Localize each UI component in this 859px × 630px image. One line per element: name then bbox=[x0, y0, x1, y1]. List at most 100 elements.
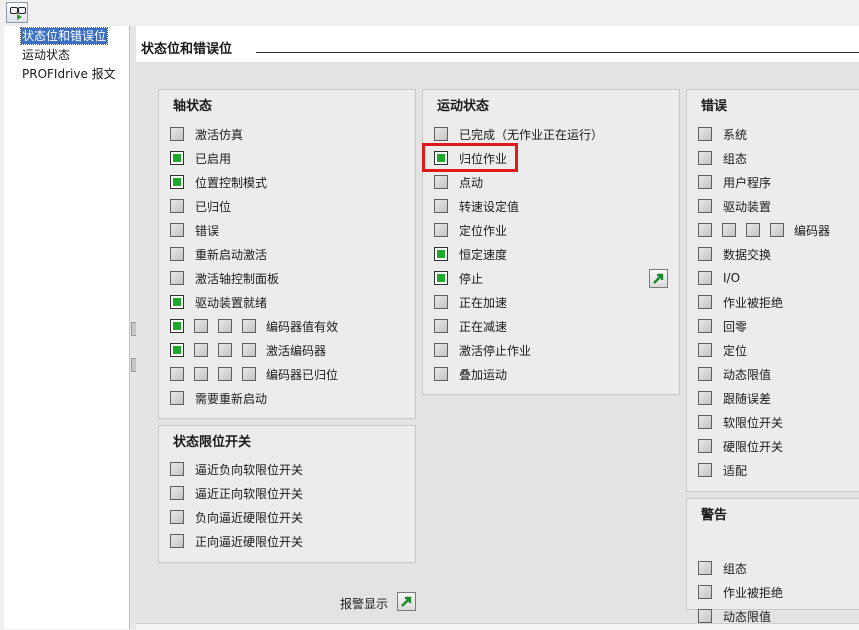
panel-title: 错误 bbox=[701, 99, 728, 114]
tree-item-motion-status[interactable]: 运动状态 bbox=[21, 47, 71, 63]
checkbox-row: 已启用 bbox=[170, 149, 231, 167]
status-label: 软限位开关 bbox=[723, 415, 784, 430]
status-label: 已归位 bbox=[195, 199, 232, 214]
status-label: 逼近负向软限位开关 bbox=[195, 462, 304, 477]
status-label: 已启用 bbox=[195, 151, 232, 166]
checkbox-row: 激活停止作业 bbox=[434, 341, 531, 359]
content-area: 状态位和错误位 轴状态 激活仿真 已启用 位置控制模式 已归位 错误 重新启动激活 激活轴控… bbox=[136, 26, 859, 630]
status-label: 错误 bbox=[195, 223, 220, 238]
checkbox-row: 组态 bbox=[698, 149, 747, 167]
status-label: 硬限位开关 bbox=[723, 439, 784, 454]
checkbox-row: 负向逼近硬限位开关 bbox=[170, 508, 303, 526]
status-checkbox bbox=[698, 151, 712, 165]
status-label: 驱动装置 bbox=[723, 199, 772, 214]
status-checkbox bbox=[698, 199, 712, 213]
status-label: 作业被拒绝 bbox=[723, 295, 784, 310]
status-label: 转速设定值 bbox=[459, 199, 520, 214]
checkbox-row: 正在减速 bbox=[434, 317, 507, 335]
status-checkbox bbox=[170, 247, 184, 261]
status-checkbox bbox=[170, 510, 184, 524]
checkbox-row: 需要重新启动 bbox=[170, 389, 267, 407]
status-label: 数据交换 bbox=[723, 247, 772, 262]
status-checkbox bbox=[170, 175, 184, 189]
status-label: 逼近正向软限位开关 bbox=[195, 486, 304, 501]
status-label: 编码器已归位 bbox=[266, 367, 339, 382]
status-checkbox bbox=[434, 247, 448, 261]
status-label: 适配 bbox=[723, 463, 748, 478]
status-checkbox bbox=[218, 367, 232, 381]
toolbar bbox=[0, 0, 859, 26]
status-checkbox bbox=[698, 343, 712, 357]
title-divider bbox=[256, 52, 859, 53]
panel-title: 运动状态 bbox=[437, 99, 490, 114]
go-to-arrow-icon[interactable] bbox=[649, 269, 668, 288]
status-label: 需要重新启动 bbox=[195, 391, 268, 406]
status-checkbox bbox=[170, 295, 184, 309]
status-checkbox bbox=[170, 462, 184, 476]
status-label: 激活轴控制面板 bbox=[195, 271, 280, 286]
status-checkbox bbox=[170, 534, 184, 548]
status-checkbox bbox=[170, 367, 184, 381]
status-checkbox bbox=[434, 319, 448, 333]
tree-item-status-and-error-bits[interactable]: 状态位和错误位 bbox=[19, 27, 109, 45]
panel-title: 轴状态 bbox=[173, 99, 213, 114]
status-label: 定位作业 bbox=[459, 223, 508, 238]
status-label: 用户程序 bbox=[723, 175, 772, 190]
alarm-display-label: 报警显示 bbox=[340, 597, 389, 611]
status-checkbox bbox=[170, 343, 184, 357]
checkbox-row: 转速设定值 bbox=[434, 197, 519, 215]
checkbox-row: 已归位 bbox=[170, 197, 231, 215]
status-label: 激活停止作业 bbox=[459, 343, 532, 358]
status-checkbox bbox=[242, 343, 256, 357]
checkbox-row: 定位作业 bbox=[434, 221, 507, 239]
motion-status-panel: 运动状态 已完成（无作业正在运行） 归位作业 点动 转速设定值 定位作业 恒定速度 停止 正在… bbox=[422, 89, 680, 395]
monitor-glasses-icon[interactable] bbox=[6, 2, 28, 23]
checkbox-row: 数据交换 bbox=[698, 245, 771, 263]
status-label: 组态 bbox=[723, 151, 748, 166]
checkbox-row: 重新启动激活 bbox=[170, 245, 267, 263]
checkbox-row: 动态限值 bbox=[698, 365, 771, 383]
status-checkbox bbox=[698, 367, 712, 381]
status-label: 编码器 bbox=[794, 223, 831, 238]
status-checkbox bbox=[698, 415, 712, 429]
alarm-display-arrow-icon[interactable] bbox=[397, 592, 416, 611]
status-checkbox bbox=[242, 367, 256, 381]
status-checkbox bbox=[170, 199, 184, 213]
warnings-panel: 警告 组态 作业被拒绝 动态限值 bbox=[686, 498, 859, 624]
checkbox-row: 正向逼近硬限位开关 bbox=[170, 532, 303, 550]
navigation-tree: 状态位和错误位 运动状态 PROFIdrive 报文 bbox=[4, 26, 130, 629]
errors-panel: 错误 系统 组态 用户程序 驱动装置 编码器 数据交换 I/O 作业被拒绝 回零 定位 动态限值 跟随… bbox=[686, 89, 859, 492]
checkbox-row: 停止 bbox=[434, 269, 483, 287]
checkbox-row: 已完成（无作业正在运行） bbox=[434, 125, 603, 143]
status-label: 定位 bbox=[723, 343, 748, 358]
checkbox-row: 组态 bbox=[698, 559, 747, 577]
panel-title: 状态限位开关 bbox=[173, 435, 252, 450]
checkbox-row: 软限位开关 bbox=[698, 413, 783, 431]
status-label: I/O bbox=[723, 271, 741, 285]
limit-status-panel: 状态限位开关 逼近负向软限位开关 逼近正向软限位开关负向逼近硬限位开关 正向逼近硬限… bbox=[158, 425, 416, 563]
status-checkbox bbox=[698, 319, 712, 333]
status-checkbox bbox=[698, 127, 712, 141]
checkbox-row: 错误 bbox=[170, 221, 219, 239]
status-checkbox bbox=[434, 127, 448, 141]
status-checkbox bbox=[242, 319, 256, 333]
checkbox-row: 叠加运动 bbox=[434, 365, 507, 383]
status-label: 叠加运动 bbox=[459, 367, 508, 382]
highlight-box bbox=[422, 143, 518, 172]
checkbox-row: I/O bbox=[698, 269, 740, 287]
status-checkbox bbox=[218, 319, 232, 333]
status-label: 动态限值 bbox=[723, 367, 772, 382]
status-label: 正在减速 bbox=[459, 319, 508, 334]
status-label: 组态 bbox=[723, 561, 748, 576]
status-checkbox bbox=[170, 223, 184, 237]
checkbox-row: 编码器已归位 bbox=[170, 365, 338, 383]
tree-item-profidrive-telegram[interactable]: PROFIdrive 报文 bbox=[21, 66, 117, 82]
status-checkbox bbox=[170, 391, 184, 405]
status-label: 动态限值 bbox=[723, 609, 772, 624]
checkbox-row: 逼近负向软限位开关 bbox=[170, 460, 303, 478]
status-checkbox bbox=[698, 463, 712, 477]
status-checkbox bbox=[170, 486, 184, 500]
checkbox-row: 激活仿真 bbox=[170, 125, 243, 143]
checkbox-row: 适配 bbox=[698, 461, 747, 479]
checkbox-row: 驱动装置就绪 bbox=[170, 293, 267, 311]
